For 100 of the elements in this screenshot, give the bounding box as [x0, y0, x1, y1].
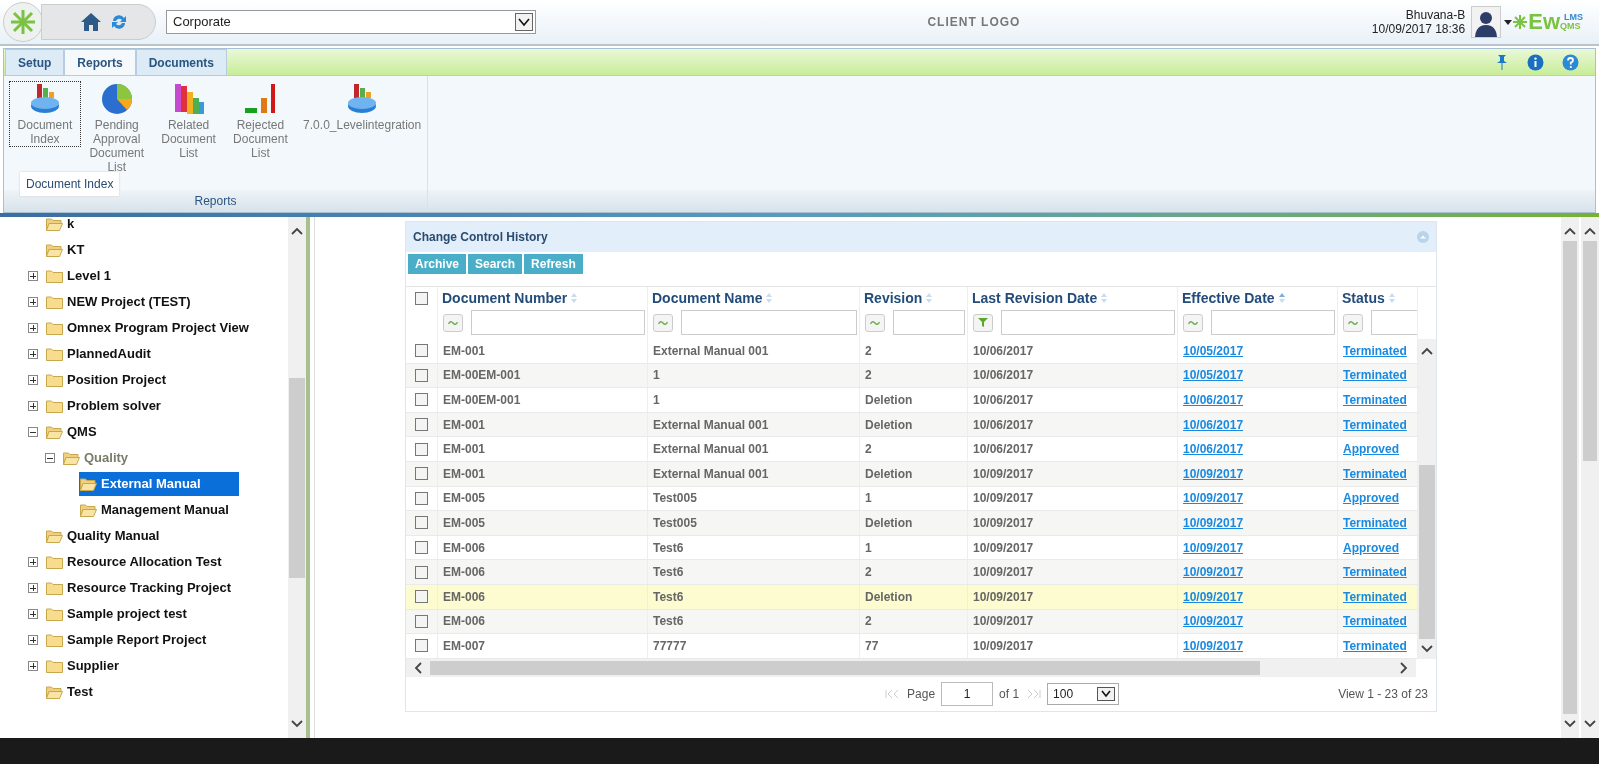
filter-funnel-button[interactable] — [973, 313, 993, 332]
table-link[interactable]: 10/06/2017 — [1183, 391, 1244, 409]
tree-item[interactable]: Quality Manual — [45, 524, 162, 548]
filter-field[interactable] — [681, 310, 857, 335]
ribbon-report-button[interactable]: Related Document List — [153, 82, 224, 160]
column-header[interactable]: Effective Date — [1182, 287, 1275, 309]
row-checkbox[interactable] — [415, 639, 428, 653]
filter-contains-button[interactable] — [653, 313, 673, 332]
row-checkbox[interactable] — [415, 565, 428, 579]
table-link[interactable]: Terminated — [1343, 612, 1407, 631]
scroll-down-icon[interactable] — [291, 720, 303, 728]
scrollbar[interactable] — [1581, 217, 1599, 738]
tree-item[interactable]: Position Project — [45, 368, 168, 392]
ribbon-report-button[interactable]: Pending Approval Document List — [81, 82, 152, 174]
scroll-up-icon[interactable] — [291, 227, 303, 235]
ribbon-report-button[interactable]: 7.0.0_Levelintegration — [297, 82, 427, 132]
home-icon[interactable] — [80, 12, 102, 32]
table-link[interactable]: Terminated — [1343, 513, 1407, 532]
table-row[interactable]: EM-006 Test6 1 10/09/2017 10/09/2017 Approved — [406, 535, 1418, 561]
scroll-up-icon[interactable] — [1564, 227, 1576, 235]
table-row[interactable]: EM-006 Test6 2 10/09/2017 10/09/2017 Terminated — [406, 560, 1418, 585]
info-icon[interactable] — [1527, 53, 1544, 71]
tree-item[interactable]: QMS — [45, 420, 99, 444]
tree-item[interactable]: Supplier — [45, 654, 121, 678]
table-link[interactable]: Terminated — [1343, 415, 1407, 434]
table-row[interactable]: EM-001 External Manual 001 2 10/06/2017 10/05/2017 Terminated — [406, 339, 1418, 364]
table-link[interactable]: Terminated — [1343, 391, 1407, 409]
table-link[interactable]: Approved — [1343, 538, 1399, 557]
table-link[interactable]: Approved — [1343, 489, 1399, 508]
table-link[interactable]: 10/09/2017 — [1183, 563, 1244, 582]
tree-item[interactable]: Sample Report Project — [45, 628, 209, 652]
expand-toggle[interactable] — [28, 349, 38, 359]
tree-item[interactable]: Test — [45, 680, 95, 704]
caret-icon[interactable] — [1504, 19, 1513, 25]
expand-toggle[interactable] — [28, 323, 38, 333]
table-row[interactable]: EM-006 Test6 2 10/09/2017 10/09/2017 Terminated — [406, 609, 1418, 635]
expand-toggle[interactable] — [28, 583, 38, 593]
tree-item[interactable]: Resource Allocation Test — [45, 550, 224, 574]
table-link[interactable]: 10/09/2017 — [1183, 464, 1244, 483]
row-checkbox[interactable] — [415, 418, 428, 432]
row-checkbox[interactable] — [415, 368, 428, 382]
ribbon-tab[interactable]: Documents — [135, 49, 228, 75]
table-link[interactable]: 10/09/2017 — [1183, 538, 1244, 557]
filter-contains-button[interactable] — [1183, 313, 1203, 332]
table-row[interactable]: EM-001 External Manual 001 Deletion 10/06/2017 10/06/2017 Terminated — [406, 412, 1418, 438]
row-checkbox[interactable] — [415, 344, 428, 358]
table-link[interactable]: 10/06/2017 — [1183, 440, 1244, 459]
tree-item[interactable]: Level 1 — [45, 264, 114, 288]
tree-item[interactable]: KT — [45, 238, 87, 262]
site-select[interactable]: Corporate — [166, 10, 536, 34]
scroll-up-icon[interactable] — [1584, 227, 1596, 235]
pin-icon[interactable] — [1495, 54, 1509, 70]
column-header[interactable]: Revision — [864, 287, 923, 309]
expand-toggle[interactable] — [28, 557, 38, 567]
row-checkbox[interactable] — [415, 442, 428, 456]
table-row[interactable]: EM-005 Test005 1 10/09/2017 10/09/2017 Approved — [406, 486, 1418, 512]
row-checkbox[interactable] — [415, 516, 428, 530]
row-checkbox[interactable] — [415, 491, 428, 505]
help-icon[interactable] — [1562, 53, 1579, 71]
ribbon-tab[interactable]: Reports — [64, 49, 136, 75]
filter-contains-button[interactable] — [443, 313, 463, 332]
tree-item[interactable]: Sample project test — [45, 602, 189, 626]
table-link[interactable]: 10/09/2017 — [1183, 513, 1244, 532]
expand-toggle[interactable] — [28, 297, 38, 307]
scroll-down-icon[interactable] — [1564, 720, 1576, 728]
tree-item[interactable]: Resource Tracking Project — [45, 576, 233, 600]
row-checkbox[interactable] — [415, 541, 428, 555]
table-link[interactable]: 10/05/2017 — [1183, 341, 1244, 360]
filter-field[interactable] — [1211, 310, 1335, 335]
tree-item[interactable]: PlannedAudit — [45, 342, 153, 366]
tree-item[interactable]: Problem solver — [45, 394, 163, 418]
scrollbar[interactable] — [1561, 217, 1579, 738]
column-header[interactable]: Last Revision Date — [972, 287, 1098, 309]
filter-field[interactable] — [1371, 310, 1417, 335]
tree-item[interactable]: k — [45, 212, 77, 236]
refresh-icon[interactable] — [110, 13, 128, 31]
table-row[interactable]: EM-006 Test6 Deletion 10/09/2017 10/09/2017 Terminated — [406, 584, 1418, 610]
expand-toggle[interactable] — [28, 609, 38, 619]
table-row[interactable]: EM-007 77777 77 10/09/2017 10/09/2017 Terminated — [406, 634, 1418, 659]
expand-toggle[interactable] — [28, 635, 38, 645]
row-checkbox[interactable] — [415, 393, 428, 407]
tree-item[interactable]: External Manual — [79, 472, 239, 496]
table-link[interactable]: Terminated — [1343, 636, 1407, 655]
ribbon-report-button[interactable]: Document Index — [10, 82, 80, 146]
table-link[interactable]: Terminated — [1343, 587, 1407, 606]
scroll-down-icon[interactable] — [1584, 720, 1596, 728]
sort-icon[interactable] — [1277, 292, 1286, 304]
tree-item[interactable]: Omnex Program Project View — [45, 316, 251, 340]
table-link[interactable]: 10/09/2017 — [1183, 612, 1244, 631]
collapse-toggle[interactable] — [28, 427, 38, 437]
collapse-toggle[interactable] — [45, 453, 55, 463]
column-header[interactable]: Document Name — [652, 287, 763, 309]
expand-toggle[interactable] — [28, 661, 38, 671]
table-link[interactable]: Approved — [1343, 440, 1399, 459]
scroll-right-icon[interactable] — [1400, 661, 1408, 674]
page-input[interactable]: 1 — [941, 681, 994, 706]
tree-item[interactable]: Quality — [62, 446, 131, 470]
table-row[interactable]: EM-00EM-001 1 2 10/06/2017 10/05/2017 Terminated — [406, 363, 1418, 389]
ribbon-report-button[interactable]: Rejected Document List — [225, 82, 296, 160]
table-row[interactable]: EM-005 Test005 Deletion 10/09/2017 10/09/2017 Terminated — [406, 511, 1418, 536]
